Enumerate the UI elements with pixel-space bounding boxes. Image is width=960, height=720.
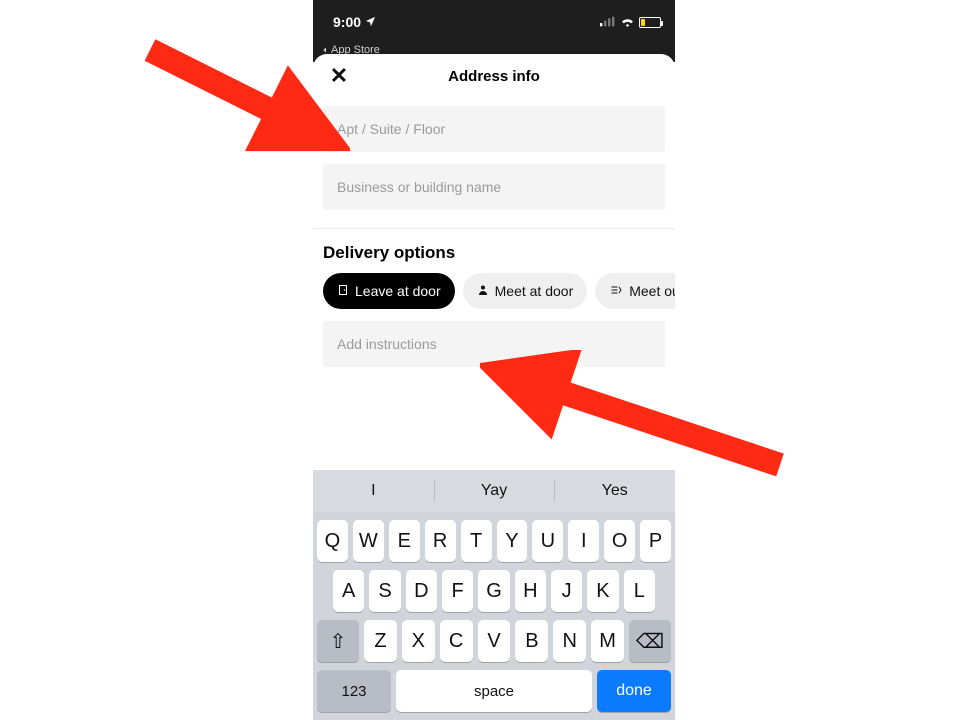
chevron-left-icon: [321, 46, 329, 54]
close-icon: ✕: [330, 63, 348, 89]
location-arrow-icon: [365, 14, 376, 30]
keyboard-row-1: Q W E R T Y U I O P: [313, 512, 675, 562]
key-a[interactable]: A: [333, 570, 364, 612]
wifi-icon: [620, 14, 635, 30]
key-h[interactable]: H: [515, 570, 546, 612]
delivery-options-row: Leave at door Meet at door Meet ou: [313, 273, 675, 321]
key-t[interactable]: T: [461, 520, 492, 562]
key-i[interactable]: I: [568, 520, 599, 562]
status-bar: 9:00: [313, 0, 675, 44]
key-c[interactable]: C: [440, 620, 473, 662]
add-instructions-input[interactable]: [323, 321, 665, 367]
chip-label: Meet ou: [629, 283, 675, 299]
keyboard-row-3: ⇧ Z X C V B N M ⌫: [313, 612, 675, 662]
key-j[interactable]: J: [551, 570, 582, 612]
key-backspace[interactable]: ⌫: [629, 620, 671, 662]
key-b[interactable]: B: [515, 620, 548, 662]
backspace-icon: ⌫: [636, 629, 664, 654]
instructions-field-wrap: [313, 321, 675, 379]
delivery-options-title: Delivery options: [313, 243, 675, 273]
key-l[interactable]: L: [624, 570, 655, 612]
close-button[interactable]: ✕: [325, 62, 353, 90]
key-k[interactable]: K: [587, 570, 618, 612]
door-icon: [337, 283, 349, 300]
chip-label: Meet at door: [495, 283, 574, 299]
suggestion-3[interactable]: Yes: [554, 470, 675, 512]
chip-label: Leave at door: [355, 283, 441, 299]
key-done[interactable]: done: [597, 670, 671, 712]
key-u[interactable]: U: [532, 520, 563, 562]
sheet-title: Address info: [448, 68, 540, 85]
apt-suite-floor-input[interactable]: [323, 106, 665, 152]
address-info-sheet: ✕ Address info Delivery options Leave at…: [313, 54, 675, 720]
ios-keyboard: I Yay Yes Q W E R T Y U I O P A S D F: [313, 470, 675, 720]
delivery-option-leave-at-door[interactable]: Leave at door: [323, 273, 455, 309]
sheet-header: ✕ Address info: [313, 54, 675, 98]
key-numbers[interactable]: 123: [317, 670, 391, 712]
keyboard-row-4: 123 space done: [313, 662, 675, 720]
key-shift[interactable]: ⇧: [317, 620, 359, 662]
key-p[interactable]: P: [640, 520, 671, 562]
cellular-signal-icon: [600, 14, 616, 30]
key-d[interactable]: D: [406, 570, 437, 612]
battery-icon: [639, 17, 661, 28]
key-space[interactable]: space: [396, 670, 592, 712]
key-z[interactable]: Z: [364, 620, 397, 662]
key-w[interactable]: W: [353, 520, 384, 562]
key-v[interactable]: V: [478, 620, 511, 662]
key-g[interactable]: G: [478, 570, 509, 612]
key-f[interactable]: F: [442, 570, 473, 612]
key-s[interactable]: S: [369, 570, 400, 612]
address-fields: [313, 98, 675, 222]
key-o[interactable]: O: [604, 520, 635, 562]
keyboard-row-2: A S D F G H J K L: [313, 562, 675, 612]
status-time: 9:00: [333, 14, 361, 30]
divider: [313, 228, 675, 229]
key-e[interactable]: E: [389, 520, 420, 562]
person-icon: [477, 283, 489, 300]
delivery-option-meet-at-door[interactable]: Meet at door: [463, 273, 588, 309]
key-m[interactable]: M: [591, 620, 624, 662]
key-r[interactable]: R: [425, 520, 456, 562]
suggestion-1[interactable]: I: [313, 470, 434, 512]
outside-icon: [609, 284, 623, 299]
business-name-input[interactable]: [323, 164, 665, 210]
suggestion-2[interactable]: Yay: [434, 470, 555, 512]
key-y[interactable]: Y: [497, 520, 528, 562]
key-n[interactable]: N: [553, 620, 586, 662]
key-x[interactable]: X: [402, 620, 435, 662]
shift-icon: ⇧: [330, 629, 347, 654]
key-q[interactable]: Q: [317, 520, 348, 562]
delivery-option-meet-outside[interactable]: Meet ou: [595, 273, 675, 309]
keyboard-suggestions: I Yay Yes: [313, 470, 675, 512]
phone-frame: 9:00 App Store: [313, 0, 675, 720]
